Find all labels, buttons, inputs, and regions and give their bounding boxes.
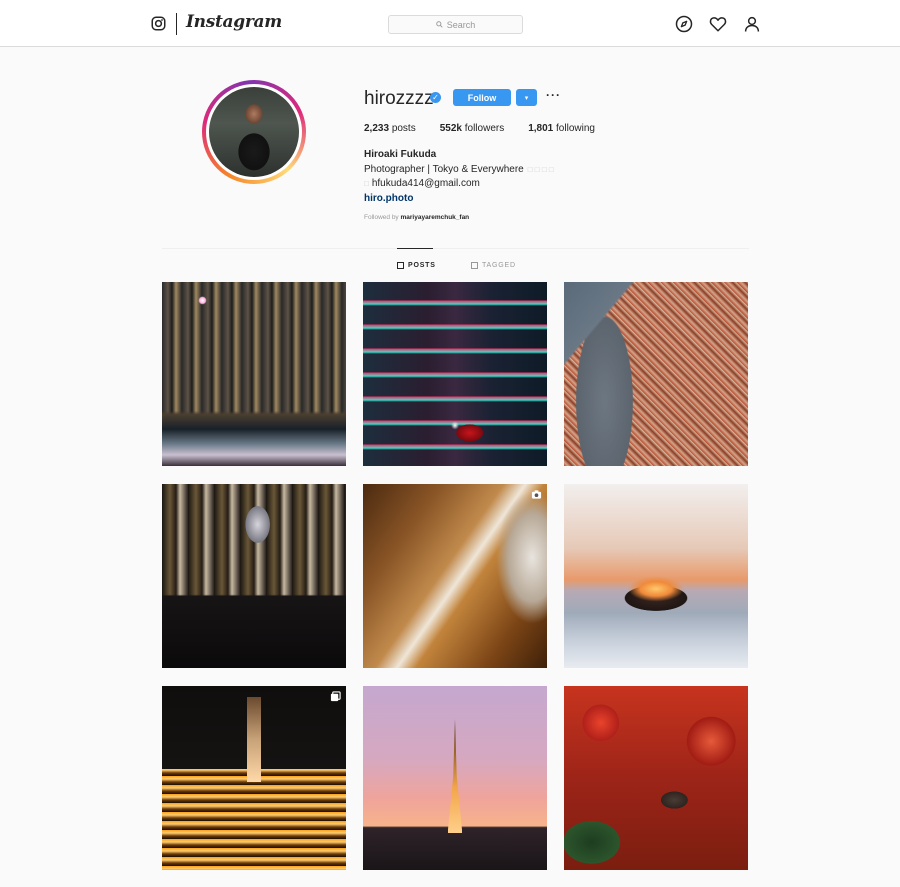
followers-stat[interactable]: 552k followers [440,123,505,134]
post-tile-island-sunset[interactable] [564,484,748,668]
search-placeholder: Search [446,19,476,30]
profile-stats: 2,233 posts 552k followers 1,801 followi… [364,123,619,134]
profile-icon[interactable] [743,15,761,33]
active-tab-indicator [397,248,433,249]
tag-icon [471,262,478,269]
tab-posts-label: POSTS [408,262,436,269]
email-emoji-icon: □ [364,179,369,188]
posts-stat: 2,233 posts [364,123,416,134]
post-tile-river-town[interactable] [564,282,748,466]
more-options-icon[interactable]: ··· [546,88,561,102]
post-tile-coast-aerial[interactable] [363,484,547,668]
post-tile-city-night[interactable] [162,282,346,466]
avatar-story-ring[interactable] [202,80,306,184]
followed-by: Followed by mariyayaremchuk_fan [364,214,469,221]
carousel-badge-icon [330,691,341,702]
emoji-placeholder-icon: □ □ □ □ [527,165,554,174]
profile-full-name: Hiroaki Fukuda [364,149,437,160]
tabs-divider [162,248,749,249]
post-tile-autumn-trees[interactable] [564,686,748,870]
search-input[interactable]: Search [388,15,523,34]
bio-text: Photographer | Tokyo & Everywhere [364,164,524,175]
tab-tagged-label: TAGGED [482,262,516,269]
search-icon [435,21,443,28]
followed-by-user-link[interactable]: mariyayaremchuk_fan [401,214,470,221]
following-count: 1,801 [528,123,554,134]
avatar-image [209,87,299,177]
grid-icon [397,262,404,269]
posts-count: 2,233 [364,123,390,134]
followers-label: followers [464,123,505,134]
instagram-wordmark[interactable]: Instagram [186,12,282,32]
tab-posts[interactable]: POSTS [397,262,436,269]
posts-grid [162,282,749,870]
verified-badge-icon: ✓ [430,92,441,103]
email-text: hfukuda414@gmail.com [371,178,480,189]
followed-by-label: Followed by [364,214,399,221]
instagram-camera-icon[interactable] [151,16,166,31]
heart-icon[interactable] [709,15,727,33]
following-stat[interactable]: 1,801 following [528,123,595,134]
camera-badge-icon [531,490,542,499]
post-tile-neon-street[interactable] [363,282,547,466]
compass-icon[interactable] [675,15,693,33]
profile-bio: Photographer | Tokyo & Everywhere □ □ □ □ [364,164,554,175]
logo-divider [176,13,177,35]
follow-button[interactable]: Follow [453,89,511,106]
profile-username: hirozzzz [364,88,434,109]
post-tile-eiffel-tower[interactable] [363,686,547,870]
post-tile-lit-stairs[interactable] [162,686,346,870]
top-nav-bar: Instagram Search [0,0,900,47]
following-label: following [556,123,595,134]
post-tile-cathedral-reflection[interactable] [162,484,346,668]
profile-website-link[interactable]: hiro.photo [364,193,413,204]
suggestions-dropdown-button[interactable]: ▾ [516,89,537,106]
tab-tagged[interactable]: TAGGED [471,262,516,269]
followers-count: 552k [439,123,462,134]
posts-label: posts [391,123,416,134]
avatar[interactable] [206,84,302,180]
profile-email: □ hfukuda414@gmail.com [364,178,480,189]
